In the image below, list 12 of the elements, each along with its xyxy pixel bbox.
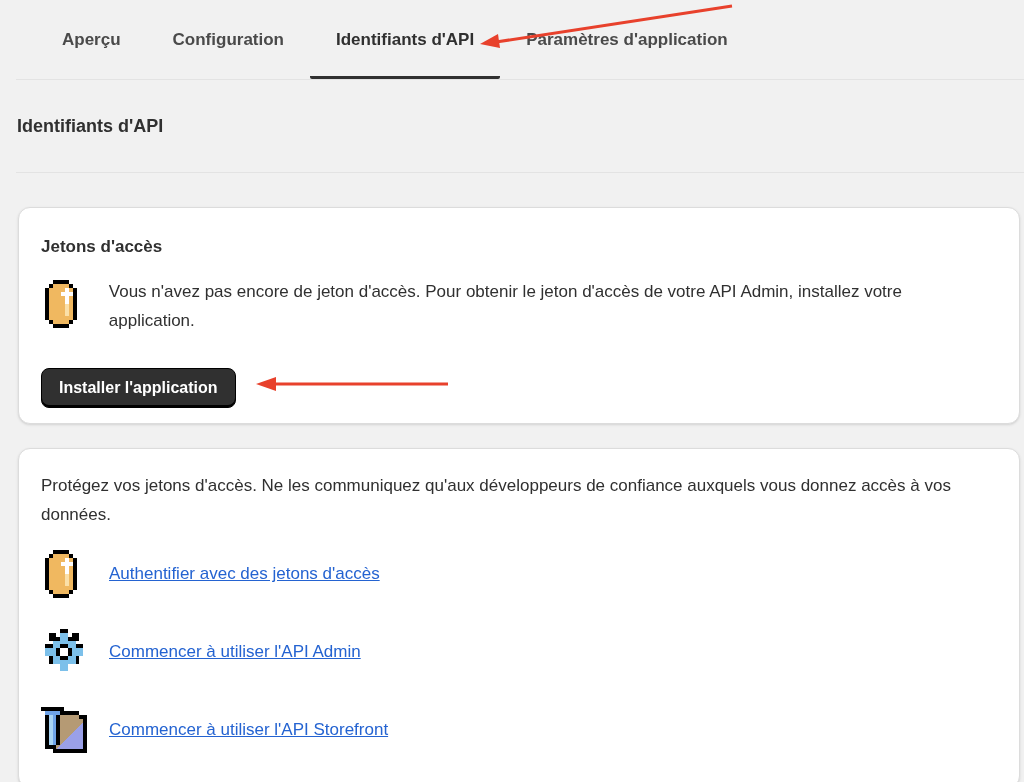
install-app-button[interactable]: Installer l'application xyxy=(41,367,236,408)
info-text: Protégez vos jetons d'accès. Ne les communiquez qu'aux développeurs de confiance auxquels vous donnez accès à vos données. xyxy=(41,475,952,526)
info-text: Vous n'avez pas encore de jeton d'accès. Pour obtenir le jeton d'accès de votre API Admin, installez votre application. xyxy=(108,280,903,332)
tab[interactable]: Aperçu xyxy=(36,0,147,79)
help-link[interactable]: Authentifier avec des jetons d'accès xyxy=(109,561,380,587)
card-title: Jetons d'accès xyxy=(41,236,164,258)
tab[interactable]: Paramètres d'application xyxy=(500,0,754,79)
page-title: Identifiants d'API xyxy=(16,114,164,138)
tools-icon xyxy=(41,706,87,754)
help-link[interactable]: Commencer à utiliser l'API Storefront xyxy=(109,717,389,743)
tab[interactable]: Configuration xyxy=(146,0,310,79)
help-link[interactable]: Commencer à utiliser l'API Admin xyxy=(109,639,361,665)
